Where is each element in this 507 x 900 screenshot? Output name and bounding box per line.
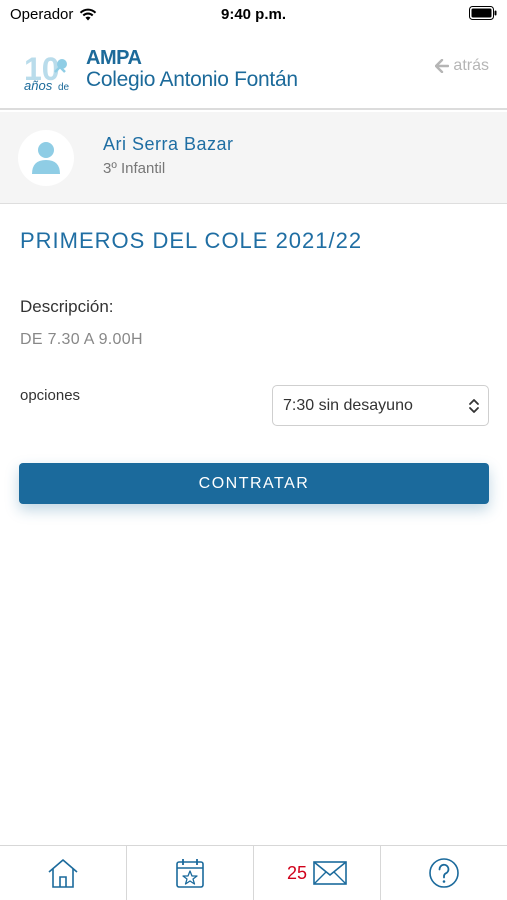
contract-button[interactable]: CONTRATAR: [19, 463, 489, 504]
anniversary-badge-icon: 10 años de: [24, 51, 70, 93]
calendar-star-icon: [176, 859, 204, 888]
logo-school-name: Colegio Antonio Fontán: [86, 68, 298, 91]
status-bar: Operador 9:40 p.m.: [0, 0, 507, 30]
avatar: [18, 130, 74, 186]
badge-text: años: [24, 78, 53, 93]
student-panel: Ari Serra Bazar 3º Infantil: [0, 112, 507, 204]
options-label: opciones: [20, 387, 81, 404]
tab-messages[interactable]: 25: [254, 846, 381, 900]
user-icon: [32, 142, 60, 174]
battery-icon: [469, 6, 497, 20]
tab-home[interactable]: [0, 846, 127, 900]
back-button[interactable]: atrás: [435, 57, 489, 75]
options-selected-value: 7:30 sin desayuno: [283, 397, 413, 414]
logo-ampa: AMPA: [86, 47, 142, 69]
message-count-badge: 25: [286, 862, 308, 883]
tab-calendar[interactable]: [127, 846, 254, 900]
school-logo: 10 años de AMPA Colegio Antonio Fontán: [22, 44, 322, 100]
svg-text:de: de: [58, 82, 70, 93]
description-value: DE 7.30 A 9.00H: [20, 331, 143, 348]
select-chevrons-icon: [469, 399, 479, 413]
mail-icon: [313, 861, 347, 885]
tab-help[interactable]: [381, 846, 507, 900]
status-time: 9:40 p.m.: [220, 6, 287, 23]
options-select[interactable]: 7:30 sin desayuno: [272, 385, 489, 426]
arrow-left-icon: [435, 59, 450, 73]
home-icon: [48, 859, 78, 888]
student-name: Ari Serra Bazar: [103, 134, 234, 154]
app-header: 10 años de AMPA Colegio Antonio Fontán a…: [0, 30, 507, 110]
help-icon: [429, 858, 459, 888]
back-label: atrás: [453, 57, 489, 74]
description-label: Descripción:: [20, 297, 114, 316]
activity-title: PRIMEROS DEL COLE 2021/22: [20, 228, 363, 253]
tab-bar: 25: [0, 845, 507, 900]
student-course: 3º Infantil: [103, 160, 166, 177]
